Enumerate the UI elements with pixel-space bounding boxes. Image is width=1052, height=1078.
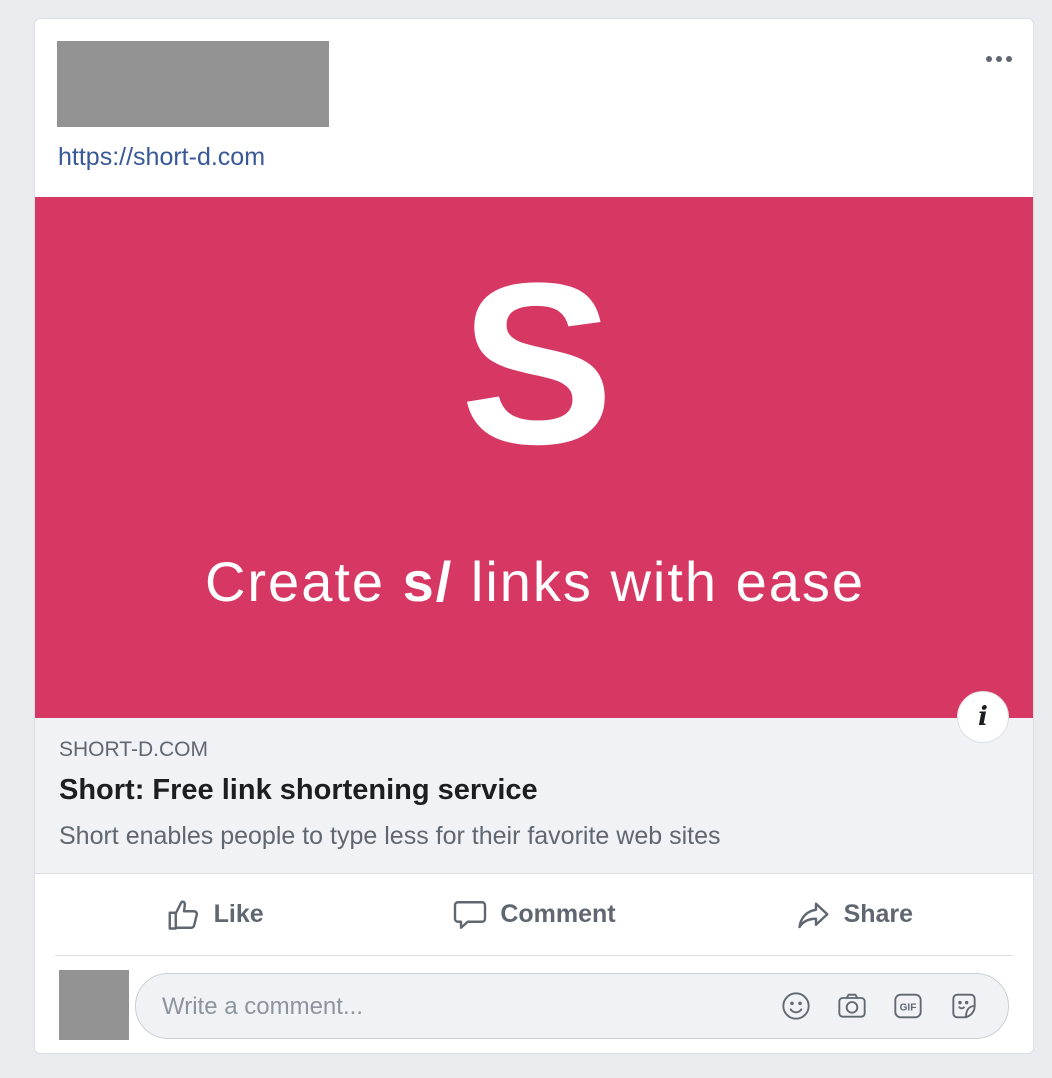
tagline-brand: s/ [402,550,454,613]
avatar [59,970,129,1040]
emoji-icon[interactable] [780,990,812,1022]
author-placeholder [57,41,329,127]
speech-bubble-icon [454,900,487,929]
more-options-button[interactable] [981,49,1017,69]
info-icon: i [978,702,988,732]
post-link[interactable]: https://short-d.com [58,143,265,172]
like-label: Like [213,900,264,928]
like-button[interactable]: Like [55,874,374,955]
gif-icon[interactable]: GIF [892,990,924,1022]
link-preview-image[interactable]: S Create s/ links with ease [35,197,1033,718]
preview-description: Short enables people to type less for th… [59,822,721,850]
camera-icon[interactable] [836,990,868,1022]
share-button[interactable]: Share [694,874,1013,955]
more-dot-icon [996,56,1002,62]
sticker-icon[interactable] [948,990,980,1022]
share-arrow-icon [797,902,829,928]
preview-domain: SHORT-D.COM [59,738,208,761]
info-button[interactable]: i [957,691,1009,743]
hero-tagline: Create s/ links with ease [35,549,1033,614]
thumbs-up-icon [168,899,198,930]
tagline-start: Create [204,550,386,613]
comment-field[interactable]: GIF [135,973,1009,1040]
comment-tools: GIF [780,990,980,1022]
svg-text:GIF: GIF [900,1003,917,1014]
tagline-end: links with ease [470,550,866,613]
more-dot-icon [1006,56,1012,62]
comment-input[interactable] [160,974,724,1040]
link-preview-meta[interactable]: SHORT-D.COM Short: Free link shortening … [35,718,1033,874]
share-label: Share [843,900,914,928]
post-card: https://short-d.com S Create s/ links wi… [34,18,1034,1054]
comment-composer: GIF [59,969,1009,1041]
preview-title: Short: Free link shortening service [59,774,538,806]
more-dot-icon [986,56,992,62]
action-bar: Like Comment Share [55,874,1013,956]
comment-label: Comment [500,900,616,928]
comment-button[interactable]: Comment [374,874,693,955]
hero-logo-letter: S [460,235,613,492]
